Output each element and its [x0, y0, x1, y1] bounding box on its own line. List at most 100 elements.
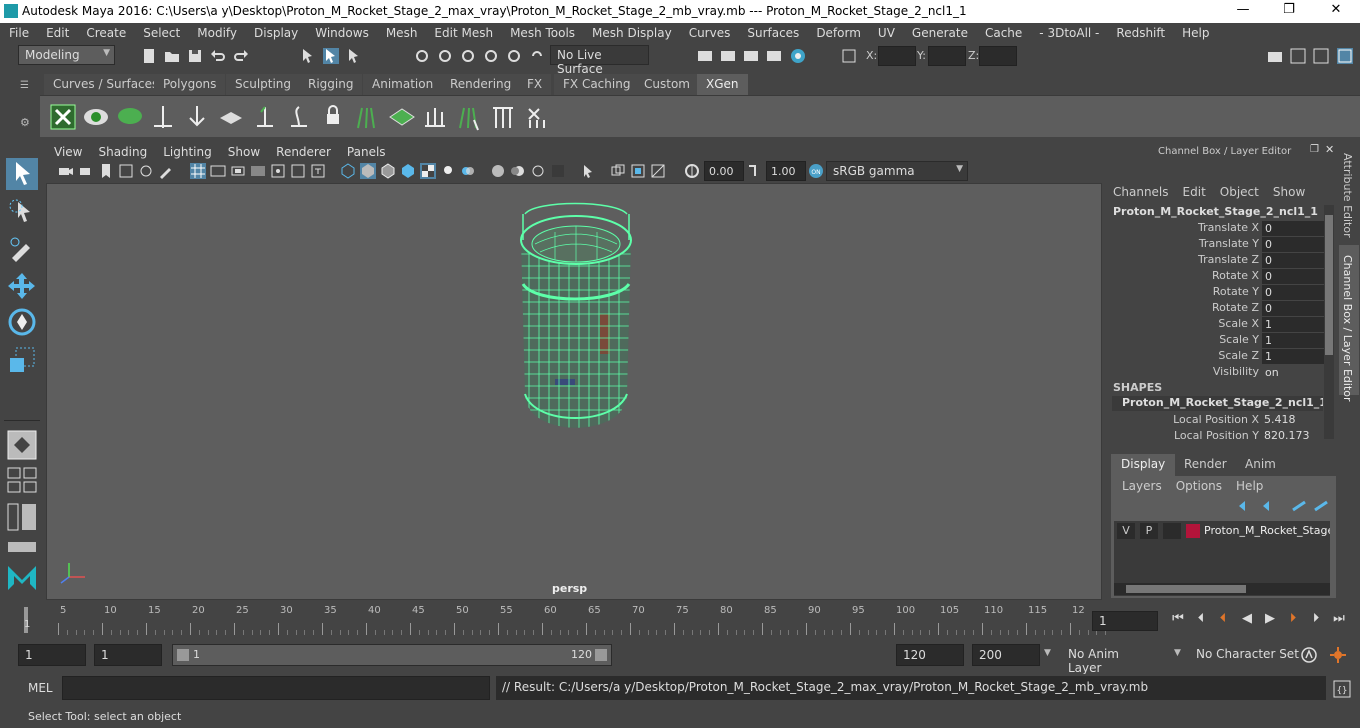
menu-edit[interactable]: Edit	[46, 26, 69, 40]
command-input[interactable]	[62, 676, 490, 700]
step-forward-key-icon[interactable]: ⏵	[1285, 611, 1301, 629]
motion-blur-icon[interactable]	[510, 163, 526, 179]
grease-pencil-icon[interactable]	[158, 163, 174, 179]
snap-view-plane-icon[interactable]	[483, 48, 499, 64]
select-tool-icon[interactable]	[6, 158, 38, 190]
menu-3dtoall[interactable]: - 3DtoAll -	[1039, 26, 1099, 40]
go-to-end-icon[interactable]: ⏭	[1331, 611, 1347, 629]
hypershade-icon[interactable]	[790, 48, 806, 64]
layer-display-type-toggle[interactable]	[1163, 523, 1181, 539]
range-end-handle[interactable]	[595, 649, 607, 661]
xgen-lock-guide-icon[interactable]	[320, 104, 346, 130]
safe-title-icon[interactable]	[310, 163, 326, 179]
tab-anim[interactable]: Anim	[1235, 454, 1286, 476]
undo-icon[interactable]	[210, 48, 226, 64]
menu-uv[interactable]: UV	[878, 26, 895, 40]
layer-hscrollbar[interactable]	[1114, 583, 1330, 595]
use-all-lights-icon[interactable]	[420, 163, 436, 179]
channel-value[interactable]: on	[1262, 365, 1324, 380]
tab-rigging[interactable]: Rigging	[299, 74, 363, 95]
rocket-stage-wireframe[interactable]	[515, 194, 637, 434]
gamma-icon[interactable]	[746, 163, 762, 179]
depth-of-field-icon[interactable]	[550, 163, 566, 179]
animation-start-field[interactable]: 1	[18, 644, 86, 666]
current-frame-field[interactable]: 1	[1092, 611, 1158, 631]
xgen-delete-guide-icon[interactable]	[524, 104, 550, 130]
safe-action-icon[interactable]	[290, 163, 306, 179]
channel-row[interactable]: Scale Z	[1105, 349, 1259, 365]
anim-layer-dropdown[interactable]: No Anim Layer	[1062, 644, 1162, 675]
close-panel-icon[interactable]: ✕	[1325, 143, 1334, 156]
go-to-start-icon[interactable]: ⏮	[1170, 611, 1186, 629]
cb-menu-edit[interactable]: Edit	[1183, 185, 1206, 199]
channel-value[interactable]: 0	[1262, 285, 1324, 300]
tab-curves-surfaces[interactable]: Curves / Surfaces	[44, 74, 168, 95]
channel-row[interactable]: Translate X	[1105, 221, 1259, 237]
cb-menu-show[interactable]: Show	[1273, 185, 1305, 199]
menu-mesh[interactable]: Mesh	[386, 26, 418, 40]
character-set-dropdown[interactable]: No Character Set	[1190, 644, 1299, 666]
menu-help[interactable]: Help	[1182, 26, 1209, 40]
tab-sculpting[interactable]: Sculpting	[226, 74, 301, 95]
menu-generate[interactable]: Generate	[912, 26, 968, 40]
menu-surfaces[interactable]: Surfaces	[747, 26, 799, 40]
single-perspective-layout-icon[interactable]	[6, 429, 38, 461]
snap-point-icon[interactable]	[460, 48, 476, 64]
script-language-toggle[interactable]: MEL	[28, 681, 53, 695]
tab-fx[interactable]: FX	[518, 74, 552, 95]
animation-preferences-icon[interactable]	[1329, 646, 1347, 664]
cb-menu-channels[interactable]: Channels	[1113, 185, 1169, 199]
move-layer-up-icon[interactable]	[1237, 500, 1253, 512]
xgen-place-guide-icon[interactable]	[184, 104, 210, 130]
color-management-icon[interactable]: ON	[808, 163, 824, 179]
channel-row[interactable]: Rotate X	[1105, 269, 1259, 285]
tab-fx-caching[interactable]: FX Caching	[554, 74, 640, 95]
mode-dropdown[interactable]: Modeling ▼	[18, 45, 115, 65]
channel-box-scrollbar[interactable]	[1324, 205, 1334, 439]
channel-value[interactable]: 1	[1262, 333, 1324, 348]
scrollbar-thumb[interactable]	[1325, 215, 1333, 355]
channel-value[interactable]: 0	[1262, 221, 1324, 236]
gamma-field[interactable]: 1.00	[766, 161, 806, 181]
step-back-frame-icon[interactable]: ⏴	[1193, 611, 1209, 629]
shelf-settings-icon[interactable]: ⚙	[20, 116, 32, 129]
open-scene-icon[interactable]	[164, 48, 180, 64]
exposure-field[interactable]: 0.00	[704, 161, 744, 181]
four-view-layout-icon[interactable]	[6, 466, 38, 494]
outliner-layout-icon[interactable]	[6, 502, 38, 532]
menu-mesh-tools[interactable]: Mesh Tools	[510, 26, 575, 40]
perspective-viewport[interactable]: persp	[46, 183, 1102, 600]
float-panel-icon[interactable]: ❐	[1310, 144, 1319, 155]
shape-channel-row[interactable]: Local Position X	[1105, 413, 1259, 429]
layer-color-swatch[interactable]	[1186, 524, 1200, 538]
menu-cache[interactable]: Cache	[985, 26, 1022, 40]
select-component-icon[interactable]	[346, 48, 362, 64]
channel-row[interactable]: Translate Z	[1105, 253, 1259, 269]
ambient-occlusion-icon[interactable]	[490, 163, 506, 179]
xray-icon[interactable]	[460, 163, 476, 179]
render-view-icon[interactable]	[766, 48, 782, 64]
menu-mesh-display[interactable]: Mesh Display	[592, 26, 672, 40]
layout-options-icon[interactable]	[6, 540, 38, 554]
channel-value[interactable]: 0	[1262, 269, 1324, 284]
y-field[interactable]	[928, 46, 966, 66]
shape-channel-row[interactable]: Local Position Y	[1105, 429, 1259, 445]
lasso-tool-icon[interactable]	[6, 196, 38, 228]
make-live-icon[interactable]	[506, 48, 522, 64]
channel-value[interactable]: 1	[1262, 317, 1324, 332]
tab-display[interactable]: Display	[1111, 454, 1176, 476]
layer-visibility-toggle[interactable]: V	[1117, 523, 1135, 539]
vp-menu-panels[interactable]: Panels	[347, 145, 386, 159]
render-settings-icon[interactable]	[697, 48, 713, 64]
redo-icon[interactable]	[233, 48, 249, 64]
xgen-leaf-icon[interactable]	[116, 104, 144, 130]
gate-mask-icon[interactable]	[250, 163, 266, 179]
field-chart-icon[interactable]	[270, 163, 286, 179]
channel-box-toggle-icon[interactable]	[1337, 48, 1353, 64]
xgen-bend-guide-icon[interactable]	[286, 104, 312, 130]
isolate-select-icon[interactable]	[580, 163, 596, 179]
bookmark-icon[interactable]	[98, 163, 114, 179]
tab-rendering[interactable]: Rendering	[441, 74, 521, 95]
layer-menu-options[interactable]: Options	[1176, 479, 1222, 493]
channel-row[interactable]: Scale Y	[1105, 333, 1259, 349]
